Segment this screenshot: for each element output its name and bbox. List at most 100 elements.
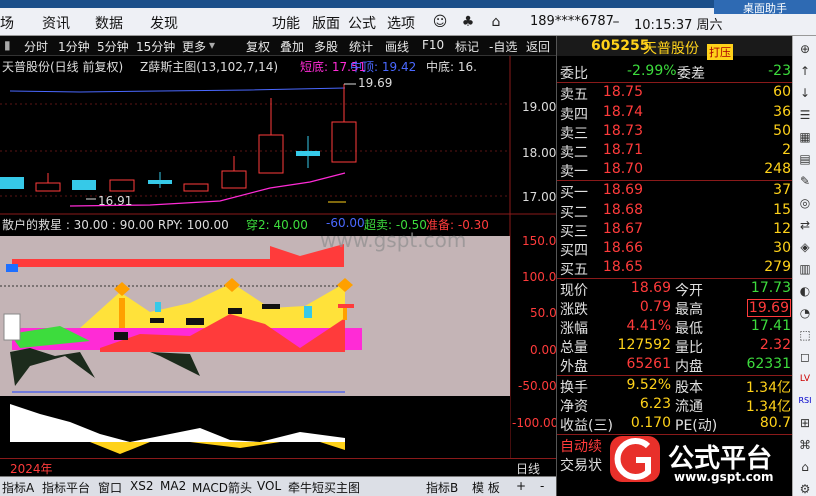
add-circle-icon[interactable]: ⊕ — [796, 40, 814, 58]
ask-label: 卖四 — [560, 107, 588, 123]
stat-value: 65261 — [626, 356, 671, 372]
shirt-icon[interactable]: ♣ — [456, 12, 480, 32]
sub-axis-tick: -100.00 — [512, 416, 559, 430]
brand-logo: 公式平台 www.gspt.com — [604, 432, 792, 486]
ask-row[interactable]: 卖四 18.74 36 — [557, 104, 793, 123]
list-icon[interactable]: ☰ — [796, 106, 814, 124]
toolbar-15min[interactable]: 15分钟 — [136, 38, 175, 55]
bid-row[interactable]: 买五 18.65 279 — [557, 259, 793, 278]
frame-icon[interactable]: ⬚ — [796, 326, 814, 344]
stat-value: 9.52% — [626, 377, 671, 393]
tab-indicator-platform[interactable]: 指标平台 — [42, 479, 90, 496]
candle — [331, 121, 357, 163]
tab-template[interactable]: 模 板 — [472, 479, 500, 496]
candle — [109, 179, 135, 192]
menu-bar: 场 资讯 数据 发现 功能 版面 公式 选项 ☺ ♣ ⌂ 189****6787… — [0, 0, 816, 36]
indicator-name[interactable]: Z薛斯主图(13,102,7,14) — [140, 58, 278, 75]
bid-row[interactable]: 买四 18.66 30 — [557, 240, 793, 259]
swap-icon[interactable]: ⇄ — [796, 216, 814, 234]
toolbar-timeshare[interactable]: 分时 — [24, 38, 48, 55]
lock-icon[interactable]: ⌂ — [484, 12, 508, 32]
target-icon[interactable]: ◎ — [796, 194, 814, 212]
pie-icon[interactable]: ◔ — [796, 304, 814, 322]
stat-value: 0.170 — [630, 415, 671, 431]
command-icon[interactable]: ⌘ — [796, 436, 814, 454]
order-diff-label: 委差 — [677, 66, 705, 82]
stat-value: 17.41 — [750, 318, 791, 334]
stat-row: 现价 18.69 今开 17.73 — [557, 280, 793, 299]
toolbar-1min[interactable]: 1分钟 — [58, 38, 90, 55]
ask-label: 卖二 — [560, 145, 588, 161]
ask-label: 卖五 — [560, 87, 588, 103]
half-circle-icon[interactable]: ◐ — [796, 282, 814, 300]
toggle-icon[interactable]: ▮ — [4, 38, 11, 52]
account-label[interactable]: 189****6787 — [530, 14, 614, 29]
bid-price: 18.68 — [602, 202, 643, 218]
desktop-helper-button[interactable]: 桌面助手 — [714, 0, 816, 15]
menu-item-function[interactable]: 功能 — [272, 13, 300, 33]
plus-box-icon[interactable]: ⊞ — [796, 414, 814, 432]
toolbar-statistics[interactable]: 统计 — [349, 38, 373, 55]
ask-row[interactable]: 卖三 18.73 50 — [557, 123, 793, 142]
tab-qianniu[interactable]: 牵牛短买主图 — [288, 479, 360, 496]
tab-indicator-a[interactable]: 指标A — [2, 479, 34, 496]
candle — [0, 177, 24, 189]
diamond-icon[interactable]: ◈ — [796, 238, 814, 256]
toolbar-overlay[interactable]: 叠加 — [280, 38, 304, 55]
tab-indicator-b[interactable]: 指标B — [426, 479, 458, 496]
period-label[interactable]: 日线 — [516, 460, 540, 477]
bid-row[interactable]: 买三 18.67 12 — [557, 221, 793, 240]
ask-row[interactable]: 卖一 18.70 248 — [557, 161, 793, 180]
add-tab-icon[interactable]: + — [516, 479, 526, 493]
menu-item-options[interactable]: 选项 — [387, 13, 415, 33]
arrow-up-icon[interactable]: ↑ — [796, 62, 814, 80]
menu-item-data[interactable]: 数据 — [95, 13, 123, 33]
toolbar-mark[interactable]: 标记 — [455, 38, 479, 55]
ask-row[interactable]: 卖二 18.71 2 — [557, 142, 793, 161]
menu-item-formula[interactable]: 公式 — [348, 13, 376, 33]
menu-item-news[interactable]: 资讯 — [42, 13, 70, 33]
trade-status-label: 交易状 — [560, 458, 602, 474]
grid-icon[interactable]: ▦ — [796, 128, 814, 146]
home-icon[interactable]: ⌂ — [796, 458, 814, 476]
settings-icon[interactable]: ⚙ — [796, 480, 814, 496]
toolbar-5min[interactable]: 5分钟 — [97, 38, 129, 55]
menu-item-market[interactable]: 场 — [0, 13, 14, 33]
lv-icon[interactable]: LV — [796, 370, 814, 388]
square-icon[interactable]: ◻ — [796, 348, 814, 366]
menu-item-layout[interactable]: 版面 — [312, 13, 340, 33]
chevron-down-icon[interactable]: ▾ — [209, 38, 215, 52]
columns-icon[interactable]: ▥ — [796, 260, 814, 278]
table-icon[interactable]: ▤ — [796, 150, 814, 168]
ask-row[interactable]: 卖五 18.75 60 — [557, 84, 793, 103]
stat-label: 股本 — [675, 380, 703, 396]
bid-row[interactable]: 买一 18.69 37 — [557, 182, 793, 201]
bid-label: 买五 — [560, 262, 588, 278]
tab-window[interactable]: 窗口 — [98, 479, 122, 496]
orange-bar — [343, 308, 347, 320]
minimize-icon[interactable]: – — [604, 12, 628, 32]
toolbar-back[interactable]: 返回 — [526, 38, 550, 55]
arrow-down-icon[interactable]: ↓ — [796, 84, 814, 102]
toolbar-watchlist[interactable]: -自选 — [489, 38, 517, 55]
tab-macd-arrow[interactable]: MACD箭头 — [192, 479, 252, 496]
stat-label: 总量 — [560, 340, 588, 356]
remove-tab-icon[interactable]: - — [540, 479, 544, 493]
bid-row[interactable]: 买二 18.68 15 — [557, 202, 793, 221]
rsi-icon[interactable]: RSI — [796, 392, 814, 410]
tab-ma2[interactable]: MA2 — [160, 479, 186, 493]
toolbar-more[interactable]: 更多 — [182, 38, 206, 55]
theme-icon[interactable]: ☺ — [428, 12, 452, 32]
menu-item-discover[interactable]: 发现 — [150, 13, 178, 33]
stat-row: 净资 6.23 流通 1.34亿 — [557, 396, 793, 415]
toolbar-f10[interactable]: F10 — [422, 38, 444, 52]
toolbar-restore-right[interactable]: 复权 — [246, 38, 270, 55]
kline-chart[interactable]: 天普股份(日线 前复权) Z薛斯主图(13,102,7,14) 短底: 17.5… — [0, 56, 564, 458]
tab-xs2[interactable]: XS2 — [130, 479, 153, 493]
ask-label: 卖三 — [560, 126, 588, 142]
toolbar-draw-line[interactable]: 画线 — [385, 38, 409, 55]
tab-vol[interactable]: VOL — [257, 479, 281, 493]
pencil-icon[interactable]: ✎ — [796, 172, 814, 190]
sub-axis-tick: 0.00 — [530, 343, 557, 357]
toolbar-multi-stock[interactable]: 多股 — [314, 38, 338, 55]
